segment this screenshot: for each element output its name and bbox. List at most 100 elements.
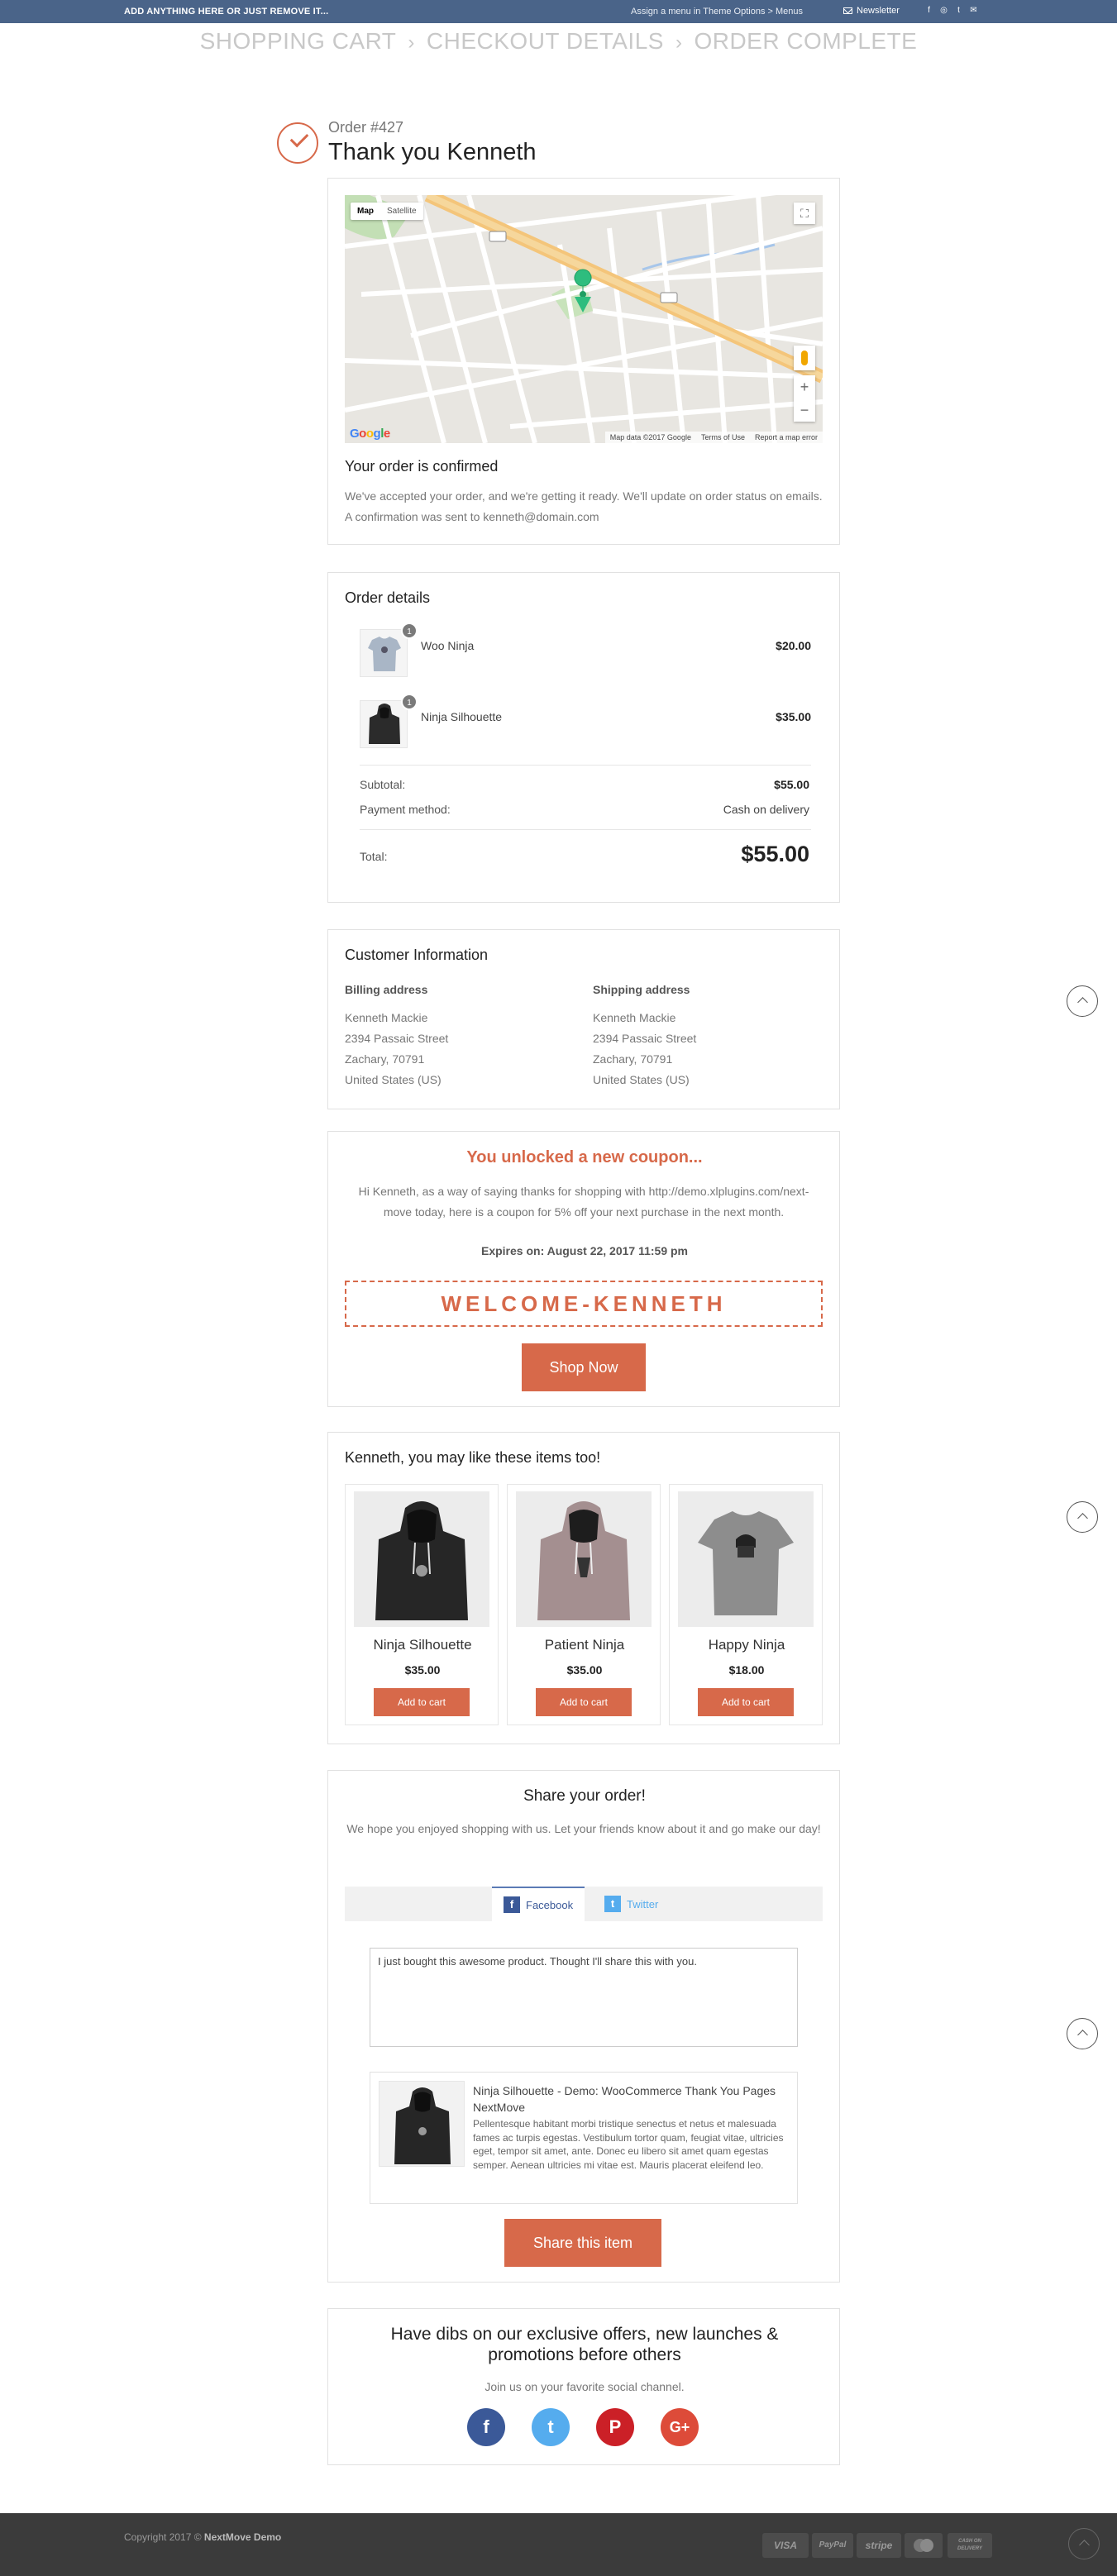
map-attribution: Map data ©2017 Google Terms of Use Repor… <box>604 432 823 443</box>
subtotal-value: $55.00 <box>774 778 809 791</box>
product-name[interactable]: Happy Ninja <box>670 1637 823 1653</box>
map-type-satellite[interactable]: Satellite <box>380 203 423 220</box>
recommendations-box: Kenneth, you may like these items too! N… <box>327 1432 840 1744</box>
item-price: $35.00 <box>776 710 811 723</box>
product-card[interactable]: Happy Ninja $18.00 Add to cart <box>669 1484 823 1725</box>
facebook-icon: f <box>504 1896 520 1913</box>
product-image[interactable] <box>516 1491 652 1627</box>
billing-address: Billing address Kenneth Mackie 2394 Pass… <box>345 983 568 1090</box>
confirmation-title: Your order is confirmed <box>345 458 499 475</box>
pinterest-icon[interactable]: P <box>596 2408 634 2446</box>
street-view-pegman-icon[interactable] <box>794 346 815 370</box>
zoom-in-button[interactable]: + <box>794 375 815 398</box>
google-plus-icon[interactable]: G+ <box>661 2408 699 2446</box>
menu-note[interactable]: Assign a menu in Theme Options > Menus <box>631 7 803 17</box>
quantity-badge: 1 <box>401 623 418 639</box>
scroll-to-top-button[interactable] <box>1067 985 1098 1017</box>
share-title: Share your order! <box>523 1787 646 1805</box>
scroll-to-top-button[interactable] <box>1067 1501 1098 1533</box>
order-item: 1 Woo Ninja $20.00 <box>360 623 811 679</box>
social-join-title: Have dibs on our exclusive offers, new l… <box>390 2325 779 2364</box>
item-price: $20.00 <box>776 639 811 652</box>
paypal-icon: PayPal <box>812 2533 853 2558</box>
tab-facebook-label: Facebook <box>526 1898 574 1911</box>
shipping-address-heading: Shipping address <box>593 983 690 996</box>
map-type-toggle: Map Satellite <box>351 203 423 220</box>
facebook-icon[interactable]: f <box>467 2408 505 2446</box>
add-to-cart-button[interactable]: Add to cart <box>536 1688 632 1716</box>
copyright-brand[interactable]: NextMove Demo <box>204 2531 281 2543</box>
google-map[interactable]: Map Satellite ⛶ + − Google Map data ©201… <box>345 195 823 443</box>
share-text: We hope you enjoyed shopping with us. Le… <box>346 1822 821 1835</box>
coupon-code[interactable]: WELCOME-KENNETH <box>345 1281 823 1327</box>
stripe-icon: stripe <box>857 2533 901 2558</box>
map-type-map[interactable]: Map <box>351 203 380 220</box>
facebook-icon[interactable]: f <box>924 6 933 15</box>
email-icon[interactable]: ✉ <box>969 6 978 15</box>
recommendations-title: Kenneth, you may like these items too! <box>345 1449 601 1466</box>
tab-facebook[interactable]: f Facebook <box>492 1887 585 1921</box>
product-card[interactable]: Ninja Silhouette $35.00 Add to cart <box>345 1484 499 1725</box>
map-report-link[interactable]: Report a map error <box>755 433 818 441</box>
fullscreen-icon[interactable]: ⛶ <box>794 203 815 224</box>
share-message-input[interactable]: I just bought this awesome product. Thou… <box>370 1948 798 2047</box>
check-circle-icon <box>277 122 318 164</box>
social-join-text: Join us on your favorite social channel. <box>485 2380 685 2393</box>
shipping-name: Kenneth Mackie <box>593 1011 676 1024</box>
copyright: Copyright 2017 © NextMove Demo <box>124 2531 281 2543</box>
preview-description: Pellentesque habitant morbi tristique se… <box>473 2118 784 2171</box>
tab-twitter[interactable]: t Twitter <box>593 1887 670 1921</box>
checkout-steps: SHOPPING CART › CHECKOUT DETAILS › ORDER COM… <box>0 28 1117 55</box>
twitter-icon[interactable]: t <box>954 6 963 15</box>
coupon-title: You unlocked a new coupon... <box>466 1148 703 1166</box>
shipping-country: United States (US) <box>593 1073 690 1086</box>
confirmation-text: We've accepted your order, and we're get… <box>345 489 823 523</box>
chevron-right-icon: › <box>675 31 683 54</box>
product-image[interactable] <box>678 1491 814 1627</box>
step-checkout-details[interactable]: CHECKOUT DETAILS <box>427 28 664 54</box>
page-title: Thank you Kenneth <box>328 139 537 165</box>
scroll-to-top-button[interactable] <box>1067 2018 1098 2049</box>
product-price: $35.00 <box>566 1663 603 1677</box>
product-image[interactable] <box>354 1491 489 1627</box>
shop-now-button[interactable]: Shop Now <box>522 1343 646 1391</box>
divider <box>360 829 811 830</box>
add-to-cart-button[interactable]: Add to cart <box>374 1688 470 1716</box>
product-thumbnail <box>360 700 408 748</box>
order-details-box: Order details 1 Woo Ninja $20.00 1 Ninja… <box>327 572 840 903</box>
map-data-credit: Map data ©2017 Google <box>609 433 691 441</box>
billing-address-heading: Billing address <box>345 983 428 996</box>
zoom-out-button[interactable]: − <box>794 398 815 422</box>
tab-twitter-label: Twitter <box>627 1897 659 1911</box>
footer: Copyright 2017 © NextMove Demo VISA PayP… <box>0 2513 1117 2576</box>
map-canvas <box>345 195 823 443</box>
newsletter-link[interactable]: Newsletter <box>843 6 900 16</box>
shipping-address: Shipping address Kenneth Mackie 2394 Pas… <box>593 983 816 1090</box>
total-label: Total: <box>360 850 388 863</box>
product-price: $18.00 <box>728 1663 765 1677</box>
step-shopping-cart[interactable]: SHOPPING CART <box>200 28 397 54</box>
share-this-item-button[interactable]: Share this item <box>504 2219 661 2267</box>
newsletter-label: Newsletter <box>857 6 900 16</box>
item-name: Ninja Silhouette <box>421 710 503 723</box>
product-name[interactable]: Patient Ninja <box>508 1637 661 1653</box>
billing-city: Zachary, 70791 <box>345 1052 425 1066</box>
twitter-icon[interactable]: t <box>532 2408 570 2446</box>
mastercard-icon <box>905 2533 943 2558</box>
payment-method-value: Cash on delivery <box>723 803 809 816</box>
coupon-box: You unlocked a new coupon... Hi Kenneth,… <box>327 1131 840 1407</box>
instagram-icon[interactable]: ◎ <box>939 6 948 15</box>
top-social-links: f ◎ t ✉ <box>924 6 978 15</box>
promo-text: ADD ANYTHING HERE OR JUST REMOVE IT... <box>124 7 329 17</box>
payment-method-label: Payment method: <box>360 803 451 816</box>
shipping-city: Zachary, 70791 <box>593 1052 673 1066</box>
scroll-to-top-button[interactable] <box>1068 2528 1100 2559</box>
map-terms-link[interactable]: Terms of Use <box>701 433 745 441</box>
map-zoom-controls: + − <box>794 375 815 422</box>
add-to-cart-button[interactable]: Add to cart <box>698 1688 794 1716</box>
product-name[interactable]: Ninja Silhouette <box>346 1637 499 1653</box>
google-logo: Google <box>350 427 390 441</box>
product-card[interactable]: Patient Ninja $35.00 Add to cart <box>507 1484 661 1725</box>
divider <box>360 765 811 766</box>
shipping-street: 2394 Passaic Street <box>593 1032 697 1045</box>
